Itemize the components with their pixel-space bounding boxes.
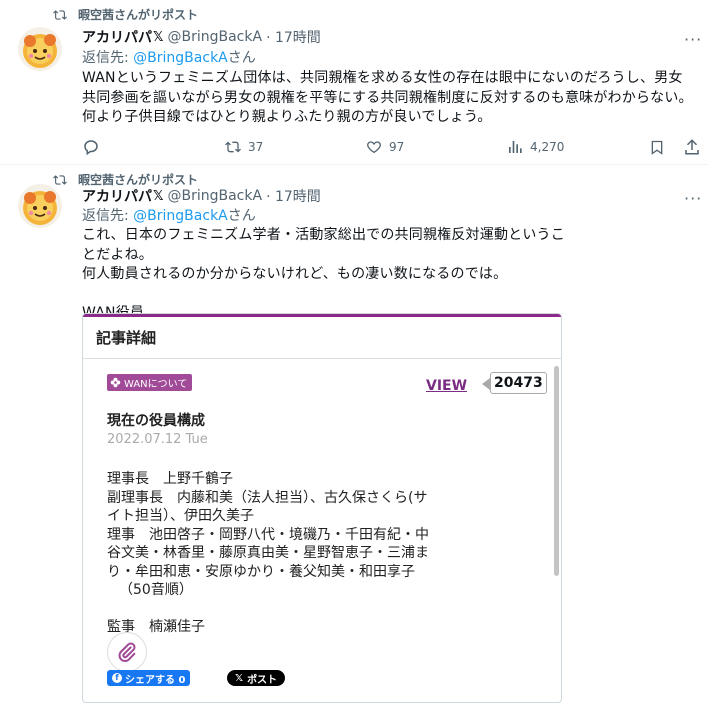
paperclip-icon (118, 642, 136, 663)
wan-tag-label: WANについて (124, 379, 188, 390)
display-name[interactable]: アカリパパ (82, 186, 152, 206)
article-line: （50音順） (119, 582, 193, 598)
tweet-text: これ、日本のフェミニズム学者・活動家総出での共同親権反対運動というこ とだよね。… (82, 226, 702, 324)
article-title: 現在の役員構成 (107, 413, 205, 429)
display-name[interactable]: アカリパパ (82, 27, 152, 47)
article-line: 理事長 上野千鶴子 (107, 471, 233, 487)
flower-icon (110, 377, 121, 388)
view-link[interactable]: VIEW (426, 378, 467, 394)
attachment-button[interactable] (107, 632, 147, 672)
repost-text: 暇空茜さんがリポスト (78, 8, 199, 22)
article-line: 監事 楠瀬佳子 (107, 619, 205, 635)
repost-icon (53, 174, 67, 185)
tweet-text-line: とだよね。 (82, 246, 153, 263)
facebook-share-button[interactable]: f シェアする 0 (107, 670, 191, 686)
views-button[interactable]: 4,270 (506, 139, 564, 155)
x-logo-icon: 𝕏 (235, 672, 244, 684)
counter-arrow (482, 378, 490, 390)
like-button[interactable]: 97 (365, 139, 404, 155)
wan-tag[interactable]: WANについて (107, 374, 193, 391)
tweet-header: アカリパパ 𝕏 @BringBackA · 17時間 (82, 186, 321, 206)
facebook-share-label: シェアする 0 (125, 674, 186, 686)
article-line: 副理事長 内藤和美（法人担当）、古久保さくら(サ (107, 489, 428, 506)
view-counter: 20473 (490, 372, 547, 394)
reply-handle-link[interactable]: @BringBackA (133, 208, 228, 224)
scrollbar[interactable] (554, 366, 559, 576)
reply-handle-link[interactable]: @BringBackA (133, 50, 228, 66)
timestamp[interactable]: · 17時間 (266, 186, 321, 206)
retweet-count: 37 (248, 140, 264, 154)
tweet-text-line (82, 285, 702, 305)
x-verified-icon: 𝕏 (153, 29, 164, 45)
reply-suffix: さん (227, 208, 256, 224)
tweet-text-line: これ、日本のフェミニズム学者・活動家総出での共同親権反対運動というこ (82, 227, 565, 243)
heart-icon (367, 141, 381, 154)
reply-prefix: 返信先: (82, 50, 134, 66)
share-icon[interactable] (683, 138, 701, 160)
facebook-icon: f (112, 673, 122, 683)
reply-icon (84, 140, 98, 156)
analytics-icon (509, 141, 522, 153)
article-line: イト担当）、伊田久美子 (107, 508, 254, 524)
repost-indicator: 暇空茜さんがリポスト (52, 6, 198, 23)
like-count: 97 (389, 140, 405, 154)
tweet-divider (0, 164, 708, 165)
tweet-text-line: 何人動員されるのか分からないけれど、もの凄い数になるのでは。 (82, 266, 508, 282)
article-line: 理事 池田啓子・岡野八代・境磯乃・千田有紀・中 (107, 526, 429, 543)
article-line: り・牟田和恵・安原ゆかり・養父知美・和田享子 (107, 563, 415, 580)
article-line: 谷文美・林香里・藤原真由美・星野智恵子・三浦ま (107, 545, 429, 561)
tweet-header: アカリパパ 𝕏 @BringBackA · 17時間 (82, 27, 321, 47)
handle[interactable]: @BringBackA (167, 29, 262, 45)
retweet-icon (225, 141, 241, 153)
avatar[interactable] (18, 184, 62, 228)
repost-icon (53, 9, 67, 20)
x-post-button[interactable]: 𝕏 ポスト (227, 670, 286, 686)
reply-prefix: 返信先: (82, 208, 134, 224)
retweet-button[interactable]: 37 (224, 139, 263, 155)
reply-to: 返信先: @BringBackAさん (82, 47, 256, 67)
handle[interactable]: @BringBackA (167, 188, 262, 204)
more-icon[interactable]: ··· (684, 189, 702, 208)
x-post-label: ポスト (247, 674, 278, 686)
article-body: 理事長 上野千鶴子 副理事長 内藤和美（法人担当）、古久保さくら(サ イト担当）… (107, 470, 547, 637)
article-line (107, 600, 547, 619)
bookmark-icon[interactable] (649, 139, 665, 160)
timestamp[interactable]: · 17時間 (266, 27, 321, 47)
reply-button[interactable] (82, 138, 106, 156)
x-verified-icon: 𝕏 (153, 188, 164, 204)
more-icon[interactable]: ··· (684, 30, 702, 49)
reply-to: 返信先: @BringBackAさん (82, 205, 256, 225)
article-date: 2022.07.12 Tue (107, 432, 208, 447)
attached-image[interactable]: 記事詳細 WANについて VIEW 20473 現在の役員構成 2022.07.… (82, 313, 562, 703)
view-count: 4,270 (530, 140, 565, 154)
tweet-text: WANというフェミニズム団体は、共同親権を求める女性の存在は眼中にないのだろうし… (82, 70, 693, 125)
reply-suffix: さん (227, 50, 256, 66)
avatar[interactable] (18, 27, 62, 71)
card-header: 記事詳細 (83, 317, 561, 359)
